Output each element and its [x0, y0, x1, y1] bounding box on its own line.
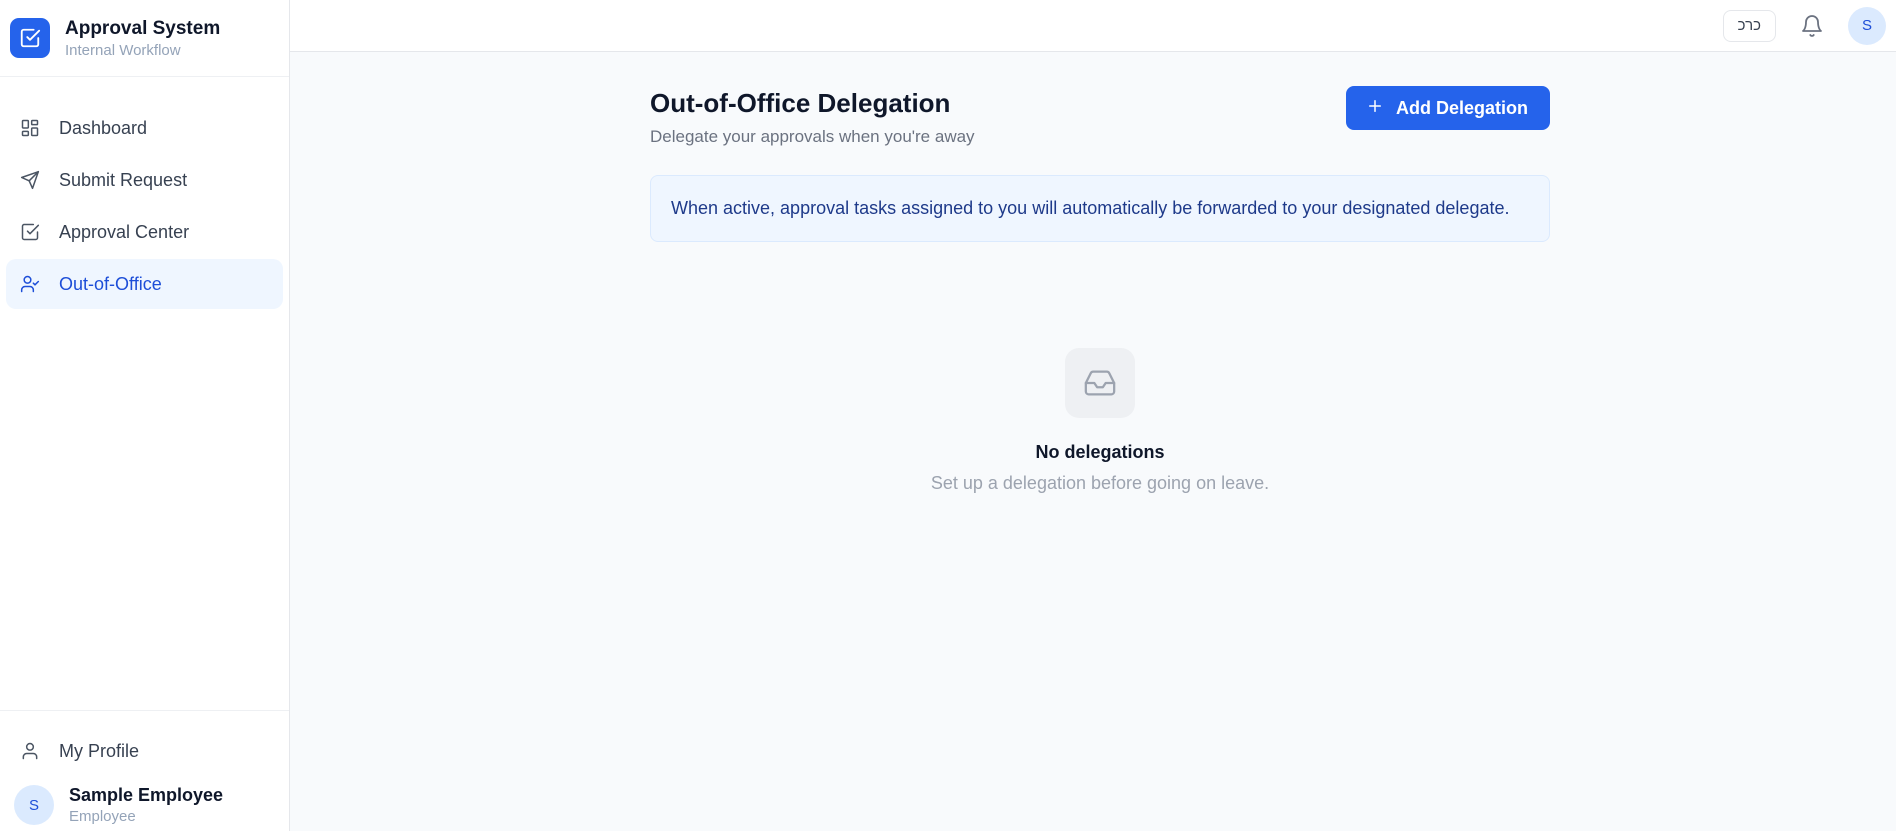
brand: Approval System Internal Workflow	[0, 0, 289, 77]
bell-icon[interactable]	[1798, 12, 1826, 40]
page-header: Out-of-Office Delegation Delegate your a…	[650, 86, 1550, 147]
sidebar-item-submit-request[interactable]: Submit Request	[6, 155, 283, 205]
sidebar-item-label: Out-of-Office	[59, 273, 162, 294]
topbar: כרכ S	[290, 0, 1896, 52]
empty-state: No delegations Set up a delegation befor…	[650, 348, 1550, 494]
user-avatar-button[interactable]: S	[1848, 6, 1886, 45]
user-name: Sample Employee	[69, 785, 224, 805]
sidebar-item-dashboard[interactable]: Dashboard	[6, 103, 283, 153]
page-subtitle: Delegate your approvals when you're away	[650, 127, 975, 146]
empty-state-subtitle: Set up a delegation before going on leav…	[930, 473, 1270, 493]
plus-icon	[1366, 97, 1384, 120]
avatar: S	[14, 785, 54, 825]
sidebar-item-label: Approval Center	[59, 221, 190, 242]
add-delegation-label: Add Delegation	[1395, 97, 1528, 118]
my-profile-link[interactable]: My Profile	[6, 729, 283, 773]
grid-icon	[19, 117, 41, 139]
sidebar-item-label: Submit Request	[59, 169, 188, 190]
brand-title: Approval System	[65, 17, 221, 39]
page-content: Out-of-Office Delegation Delegate your a…	[290, 52, 1550, 494]
check-square-icon	[10, 18, 50, 58]
user-icon	[19, 740, 41, 762]
sidebar-footer: My Profile S Sample Employee Employee	[0, 710, 289, 831]
user-role: Employee	[69, 808, 136, 825]
add-delegation-button[interactable]: Add Delegation	[1345, 86, 1550, 130]
info-text: When active, approval tasks assigned to …	[671, 198, 1510, 218]
page-title: Out-of-Office Delegation	[650, 88, 951, 118]
sidebar-item-label: Dashboard	[59, 117, 148, 138]
sidebar-nav: Dashboard Submit Request Approval Center…	[0, 77, 289, 710]
sidebar-item-out-of-office[interactable]: Out-of-Office	[6, 259, 283, 309]
my-profile-label: My Profile	[59, 740, 140, 761]
main-area: כרכ S Out-of-Office Delegation Delegate …	[290, 0, 1896, 831]
info-banner: When active, approval tasks assigned to …	[650, 175, 1550, 242]
inbox-icon	[1065, 348, 1135, 418]
sidebar-item-approval-center[interactable]: Approval Center	[6, 207, 283, 257]
app-root: Approval System Internal Workflow Dashbo…	[0, 0, 1896, 831]
user-check-icon	[19, 273, 41, 295]
sidebar: Approval System Internal Workflow Dashbo…	[0, 0, 290, 831]
send-icon	[19, 169, 41, 191]
empty-state-title: No delegations	[1035, 442, 1165, 462]
check-square-icon	[19, 221, 41, 243]
brand-subtitle: Internal Workflow	[65, 41, 181, 59]
language-button[interactable]: כרכ	[1722, 9, 1776, 42]
user-card: S Sample Employee Employee	[6, 773, 283, 825]
